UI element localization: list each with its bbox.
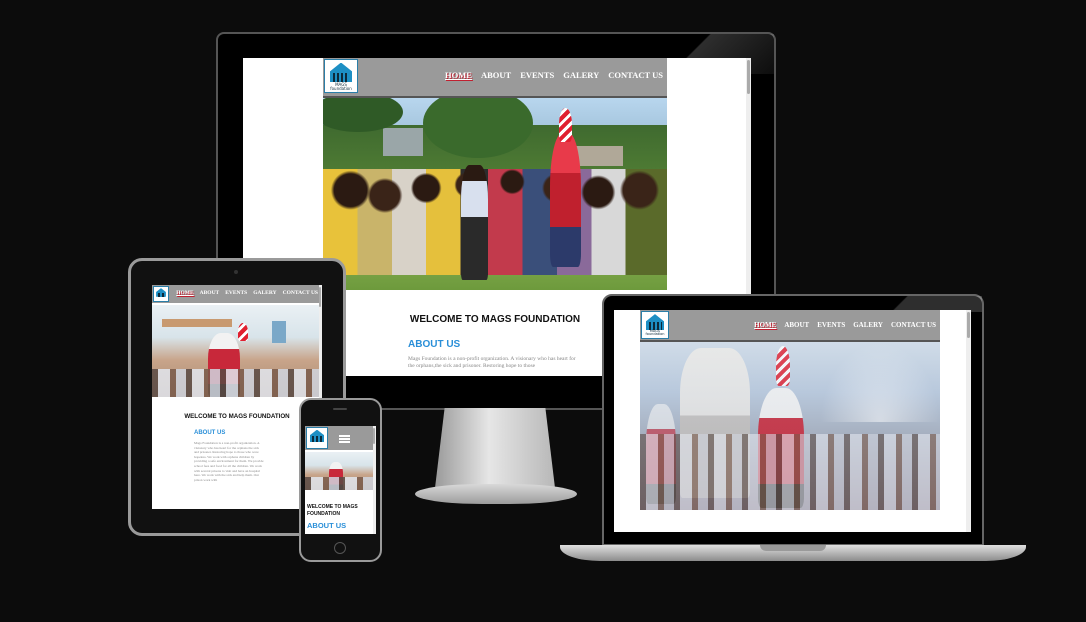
tablet-nav-links: HOME ABOUT EVENTS GALERY CONTACT US bbox=[176, 290, 318, 296]
tablet-navbar: HOME ABOUT EVENTS GALERY CONTACT US bbox=[152, 285, 322, 303]
laptop-logo[interactable]: MAGS foundation bbox=[641, 311, 669, 339]
phone-navbar bbox=[305, 426, 376, 450]
nav-events[interactable]: EVENTS bbox=[817, 321, 845, 329]
nav-home[interactable]: HOME bbox=[176, 290, 193, 296]
tablet-about-heading: ABOUT US bbox=[194, 430, 226, 436]
phone-screen: WELCOME TO MAGS FOUNDATION ABOUT US bbox=[305, 426, 376, 534]
tablet-camera bbox=[234, 270, 238, 274]
nav-contact[interactable]: CONTACT US bbox=[608, 70, 663, 80]
nav-about[interactable]: ABOUT bbox=[200, 290, 220, 296]
nav-about[interactable]: ABOUT bbox=[481, 70, 511, 80]
party-hat-icon bbox=[558, 107, 573, 143]
nav-contact[interactable]: CONTACT US bbox=[891, 321, 936, 329]
phone-about-heading: ABOUT US bbox=[307, 521, 347, 530]
monitor-stand-base bbox=[415, 484, 577, 504]
laptop-site: MAGS foundation HOME ABOUT EVENTS GALERY… bbox=[640, 310, 940, 532]
child-in-red-coat bbox=[550, 132, 581, 267]
phone-logo[interactable] bbox=[306, 427, 328, 449]
monitor-stand-neck bbox=[435, 408, 555, 488]
phone-speaker bbox=[333, 408, 347, 410]
laptop-hero-image bbox=[640, 342, 940, 510]
about-heading: ABOUT US bbox=[408, 339, 461, 350]
site-logo[interactable]: MAGS foundation bbox=[324, 59, 358, 93]
hamburger-menu-icon[interactable] bbox=[339, 435, 350, 443]
about-text: Mags Foundation is a non-profit organiza… bbox=[408, 356, 576, 369]
desktop-nav-links: HOME ABOUT EVENTS GALERY CONTACT US bbox=[445, 70, 663, 80]
laptop-notch bbox=[760, 545, 826, 551]
phone-welcome-heading: WELCOME TO MAGS FOUNDATION bbox=[307, 504, 358, 517]
home-button-icon[interactable] bbox=[334, 542, 346, 554]
tablet-screen: HOME ABOUT EVENTS GALERY CONTACT US WELC… bbox=[152, 285, 322, 509]
hero-image bbox=[323, 98, 667, 290]
desktop-navbar: MAGS foundation HOME ABOUT EVENTS GALERY… bbox=[323, 58, 667, 98]
laptop-navbar: MAGS foundation HOME ABOUT EVENTS GALERY… bbox=[640, 310, 940, 342]
tablet-welcome-heading: WELCOME TO MAGS FOUNDATION bbox=[184, 413, 290, 420]
laptop-scrollbar[interactable] bbox=[966, 310, 971, 532]
nav-about[interactable]: ABOUT bbox=[784, 321, 809, 329]
tablet-about-text: Mags Foundation is a non-profit organiza… bbox=[194, 441, 264, 482]
nav-galery[interactable]: GALERY bbox=[853, 321, 883, 329]
nav-events[interactable]: EVENTS bbox=[225, 290, 247, 296]
nav-home[interactable]: HOME bbox=[754, 321, 776, 329]
nav-galery[interactable]: GALERY bbox=[563, 70, 599, 80]
tablet-hero-image bbox=[152, 305, 322, 397]
phone-hero-image bbox=[305, 452, 376, 490]
phone-scrollbar[interactable] bbox=[373, 426, 376, 534]
nav-home[interactable]: HOME bbox=[445, 70, 472, 80]
laptop-screen: MAGS foundation HOME ABOUT EVENTS GALERY… bbox=[614, 310, 971, 532]
tablet-logo[interactable] bbox=[153, 286, 169, 302]
party-hat-icon bbox=[238, 323, 248, 341]
nav-events[interactable]: EVENTS bbox=[520, 70, 554, 80]
nav-galery[interactable]: GALERY bbox=[253, 290, 276, 296]
nav-contact[interactable]: CONTACT US bbox=[283, 290, 318, 296]
party-hat-icon bbox=[776, 346, 790, 386]
laptop-nav-links: HOME ABOUT EVENTS GALERY CONTACT US bbox=[754, 321, 936, 329]
